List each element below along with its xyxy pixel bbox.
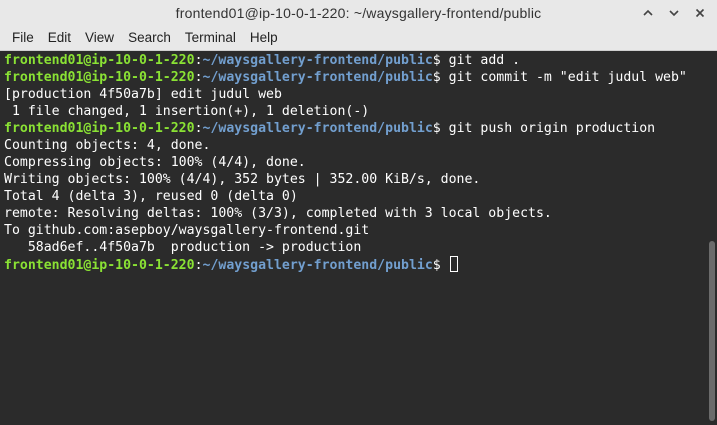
prompt-colon: : (194, 70, 203, 85)
output-line: Writing objects: 100% (4/4), 352 bytes |… (4, 171, 707, 188)
maximize-button[interactable] (665, 4, 683, 22)
output-line: Counting objects: 4, done. (4, 137, 707, 154)
output-line: 58ad6ef..4f50a7b production -> productio… (4, 239, 707, 256)
prompt-path: ~/waysgallery-frontend/public (202, 258, 433, 273)
output-text: Counting objects: 4, done. (4, 138, 211, 153)
prompt-path: ~/waysgallery-frontend/public (202, 53, 433, 68)
prompt-colon: : (194, 53, 203, 68)
prompt-symbol: $ (432, 121, 441, 136)
output-text: 1 file changed, 1 insertion(+), 1 deleti… (4, 104, 370, 119)
terminal-output[interactable]: frontend01@ip-10-0-1-220:~/waysgallery-f… (0, 51, 707, 425)
menu-bar: File Edit View Search Terminal Help (0, 26, 717, 51)
minimize-button[interactable] (639, 4, 657, 22)
output-line: Compressing objects: 100% (4/4), done. (4, 154, 707, 171)
prompt-line: frontend01@ip-10-0-1-220:~/waysgallery-f… (4, 52, 707, 69)
minimize-icon (643, 9, 653, 16)
output-text: Writing objects: 100% (4/4), 352 bytes |… (4, 172, 481, 187)
output-line: [production 4f50a7b] edit judul web (4, 86, 707, 103)
menu-terminal[interactable]: Terminal (179, 26, 242, 50)
prompt-line: frontend01@ip-10-0-1-220:~/waysgallery-f… (4, 120, 707, 137)
title-bar[interactable]: frontend01@ip-10-0-1-220: ~/waysgallery-… (0, 0, 717, 26)
text-cursor (449, 256, 458, 272)
output-text: Total 4 (delta 3), reused 0 (delta 0) (4, 189, 298, 204)
output-line: To github.com:asepboy/waysgallery-fronte… (4, 222, 707, 239)
prompt-user-host: frontend01@ip-10-0-1-220 (4, 121, 195, 136)
prompt-user-host: frontend01@ip-10-0-1-220 (4, 258, 195, 273)
output-line: 1 file changed, 1 insertion(+), 1 deleti… (4, 103, 707, 120)
prompt-path: ~/waysgallery-frontend/public (202, 121, 433, 136)
close-button[interactable] (691, 4, 709, 22)
command-text: git add . (440, 53, 521, 68)
output-line: remote: Resolving deltas: 100% (3/3), co… (4, 205, 707, 222)
command-text (441, 258, 449, 273)
prompt-symbol: $ (432, 70, 441, 85)
output-text: 58ad6ef..4f50a7b production -> productio… (4, 240, 362, 255)
prompt-colon: : (194, 258, 203, 273)
maximize-icon (669, 10, 679, 17)
prompt-symbol: $ (432, 53, 441, 68)
output-text: remote: Resolving deltas: 100% (3/3), co… (4, 206, 552, 221)
scrollbar-thumb[interactable] (709, 241, 715, 421)
prompt-user-host: frontend01@ip-10-0-1-220 (4, 53, 195, 68)
prompt-user-host: frontend01@ip-10-0-1-220 (4, 70, 195, 85)
prompt-line: frontend01@ip-10-0-1-220:~/waysgallery-f… (4, 256, 707, 273)
prompt-line: frontend01@ip-10-0-1-220:~/waysgallery-f… (4, 69, 707, 86)
menu-edit[interactable]: Edit (42, 26, 77, 50)
prompt-symbol: $ (432, 258, 441, 273)
command-text: git push origin production (440, 121, 656, 136)
prompt-colon: : (194, 121, 203, 136)
output-text: [production 4f50a7b] edit judul web (4, 87, 282, 102)
output-text: To github.com:asepboy/waysgallery-fronte… (4, 223, 370, 238)
window-controls (639, 4, 709, 22)
menu-search[interactable]: Search (122, 26, 177, 50)
command-text: git commit -m "edit judul web" (440, 70, 687, 85)
menu-help[interactable]: Help (244, 26, 284, 50)
menu-file[interactable]: File (6, 26, 40, 50)
prompt-path: ~/waysgallery-frontend/public (202, 70, 433, 85)
output-line: Total 4 (delta 3), reused 0 (delta 0) (4, 188, 707, 205)
window-title: frontend01@ip-10-0-1-220: ~/waysgallery-… (175, 5, 542, 21)
close-icon (695, 8, 705, 18)
output-text: Compressing objects: 100% (4/4), done. (4, 155, 306, 170)
vertical-scrollbar[interactable] (707, 51, 717, 425)
terminal-window: frontend01@ip-10-0-1-220: ~/waysgallery-… (0, 0, 717, 425)
menu-view[interactable]: View (79, 26, 120, 50)
